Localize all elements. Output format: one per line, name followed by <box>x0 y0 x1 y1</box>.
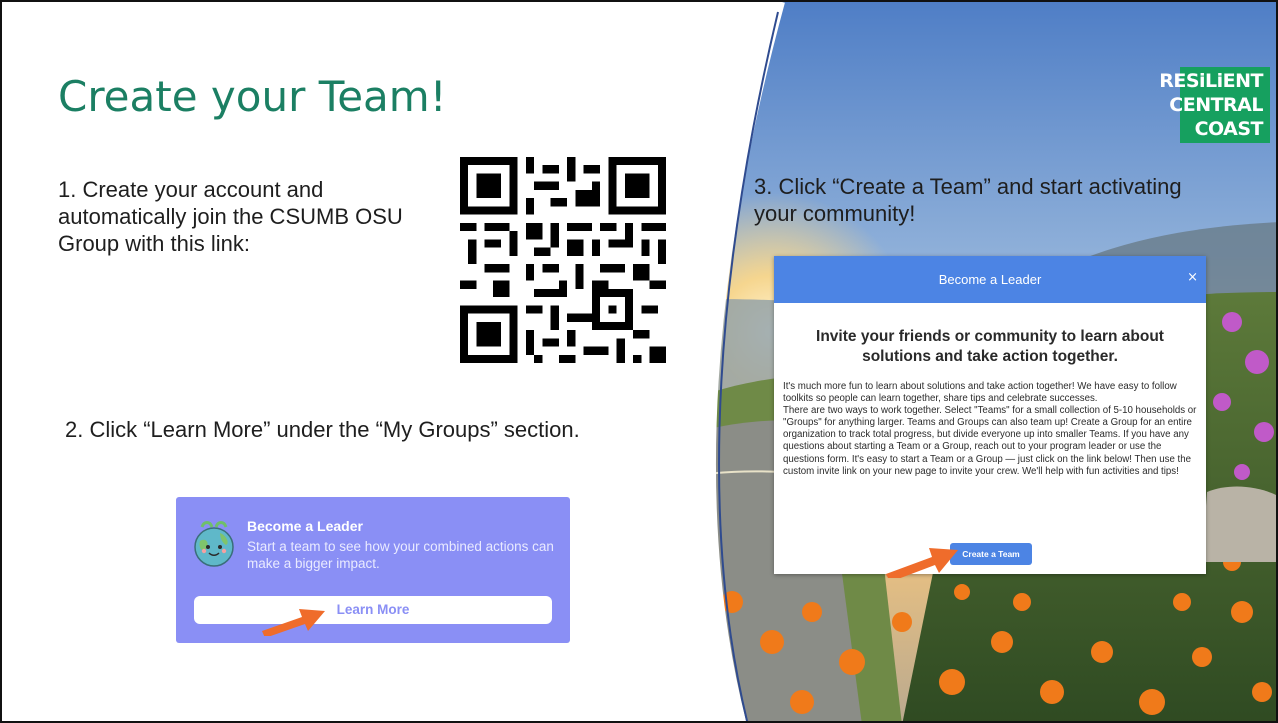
learn-more-button[interactable]: Learn More <box>194 596 552 624</box>
step-3-text: 3. Click “Create a Team” and start activ… <box>754 174 1182 226</box>
card-title: Become a Leader <box>247 518 363 534</box>
modal-paragraph-2: There are two ways to work together. Sel… <box>783 405 1197 477</box>
modal-title: Become a Leader <box>938 272 1042 287</box>
slide: Create your Team! 1. Create your account… <box>0 0 1278 723</box>
become-leader-modal: Become a Leader × Invite your friends or… <box>774 256 1206 574</box>
card-description: Start a team to see how your combined ac… <box>247 539 554 571</box>
modal-paragraph-1: It's much more fun to learn about soluti… <box>783 381 1177 405</box>
arrow-icon <box>882 538 962 582</box>
become-leader-card: Become a Leader Start a team to see how … <box>176 497 570 643</box>
step-2-text: 2. Click “Learn More” under the “My Grou… <box>65 417 580 442</box>
step-1-text: 1. Create your account and automatically… <box>58 177 403 256</box>
qr-code <box>460 157 666 363</box>
modal-body: It's much more fun to learn about soluti… <box>783 381 1201 478</box>
modal-header: Become a Leader × <box>774 256 1206 303</box>
modal-heading: Invite your friends or community to lear… <box>816 328 1164 365</box>
resilient-central-coast-logo: RESiLiENT CENTRAL COAST <box>1159 67 1270 143</box>
arrow-icon <box>258 600 328 638</box>
logo-line-3: COAST <box>1194 118 1264 140</box>
logo-line-2: CENTRAL <box>1169 94 1263 116</box>
earth-mascot-icon <box>192 519 236 569</box>
create-team-button[interactable]: Create a Team <box>950 543 1032 565</box>
logo-line-1: RESiLiENT <box>1159 70 1263 92</box>
close-icon[interactable]: × <box>1187 270 1198 285</box>
slide-title: Create your Team! <box>58 72 447 121</box>
